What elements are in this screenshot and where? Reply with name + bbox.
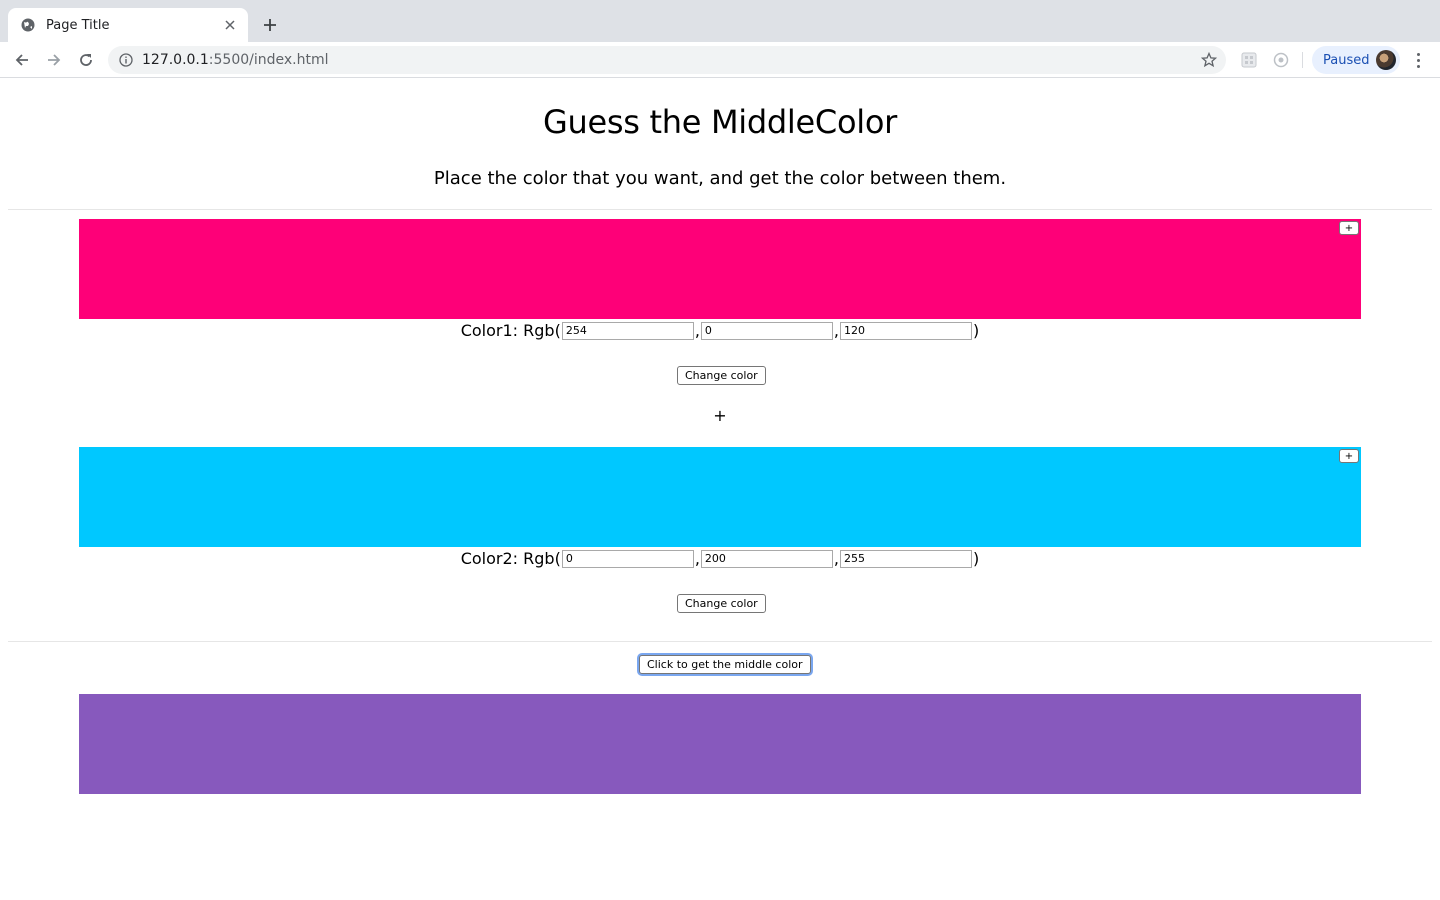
close-paren: ) [973,321,980,340]
menu-dot [1416,52,1420,56]
tab-strip: Page Title [0,0,1440,42]
avatar [1376,50,1396,70]
divider [8,209,1432,210]
info-icon[interactable] [118,52,134,68]
url-text: 127.0.0.1:5500/index.html [142,52,329,68]
color1-change-button[interactable]: Change color [677,366,766,385]
color2-label: Color2: Rgb( [460,549,561,568]
middle-color-button[interactable]: Click to get the middle color [639,655,811,674]
address-bar[interactable]: 127.0.0.1:5500/index.html [108,46,1226,74]
middle-color-swatch [79,694,1361,794]
plus-sign: + [713,406,727,425]
color2-plus-button[interactable]: + [1339,449,1359,463]
color1-swatch: + [79,219,1361,319]
color1-green-input[interactable] [700,321,833,340]
color1-red-input[interactable] [561,321,694,340]
page-subtitle: Place the color that you want, and get t… [433,168,1007,189]
toolbar-separator [1302,52,1303,68]
tab-title: Page Title [46,17,110,33]
back-button[interactable] [10,48,34,72]
forward-button[interactable] [42,48,66,72]
divider [8,641,1432,642]
new-tab-button[interactable] [258,13,282,37]
color2-blue-input[interactable] [840,549,973,568]
bookmark-star-icon[interactable] [1200,51,1218,69]
color1-rgb-row: Color1: Rgb( , , ) [0,321,1440,340]
color2-green-input[interactable] [700,549,833,568]
comma: , [694,321,700,340]
color2-rgb-row: Color2: Rgb( , , ) [0,549,1440,568]
profile-label: Paused [1323,52,1370,68]
browser-toolbar: 127.0.0.1:5500/index.html Paused [0,42,1440,78]
comma: , [833,321,840,340]
page-title: Guess the MiddleColor [543,103,897,141]
menu-dot [1416,64,1420,68]
globe-icon [20,17,36,33]
extension-icon[interactable] [1239,50,1259,70]
color1-label: Color1: Rgb( [460,321,561,340]
comma: , [694,549,700,568]
color2-red-input[interactable] [561,549,694,568]
url-path: :5500/index.html [208,52,329,68]
color2-swatch: + [79,447,1361,547]
menu-dot [1416,58,1420,62]
comma: , [833,549,840,568]
color1-plus-button[interactable]: + [1339,221,1359,235]
close-tab-icon[interactable] [222,17,238,33]
color1-blue-input[interactable] [840,321,973,340]
extension-circle-icon[interactable] [1271,50,1291,70]
color2-change-button[interactable]: Change color [677,594,766,613]
browser-tab[interactable]: Page Title [8,8,248,42]
reload-button[interactable] [74,48,98,72]
url-host: 127.0.0.1 [142,52,209,68]
browser-menu-button[interactable] [1408,48,1428,72]
page-content: Guess the MiddleColor Place the color th… [0,79,1440,900]
profile-button[interactable]: Paused [1312,46,1400,74]
close-paren: ) [973,549,980,568]
